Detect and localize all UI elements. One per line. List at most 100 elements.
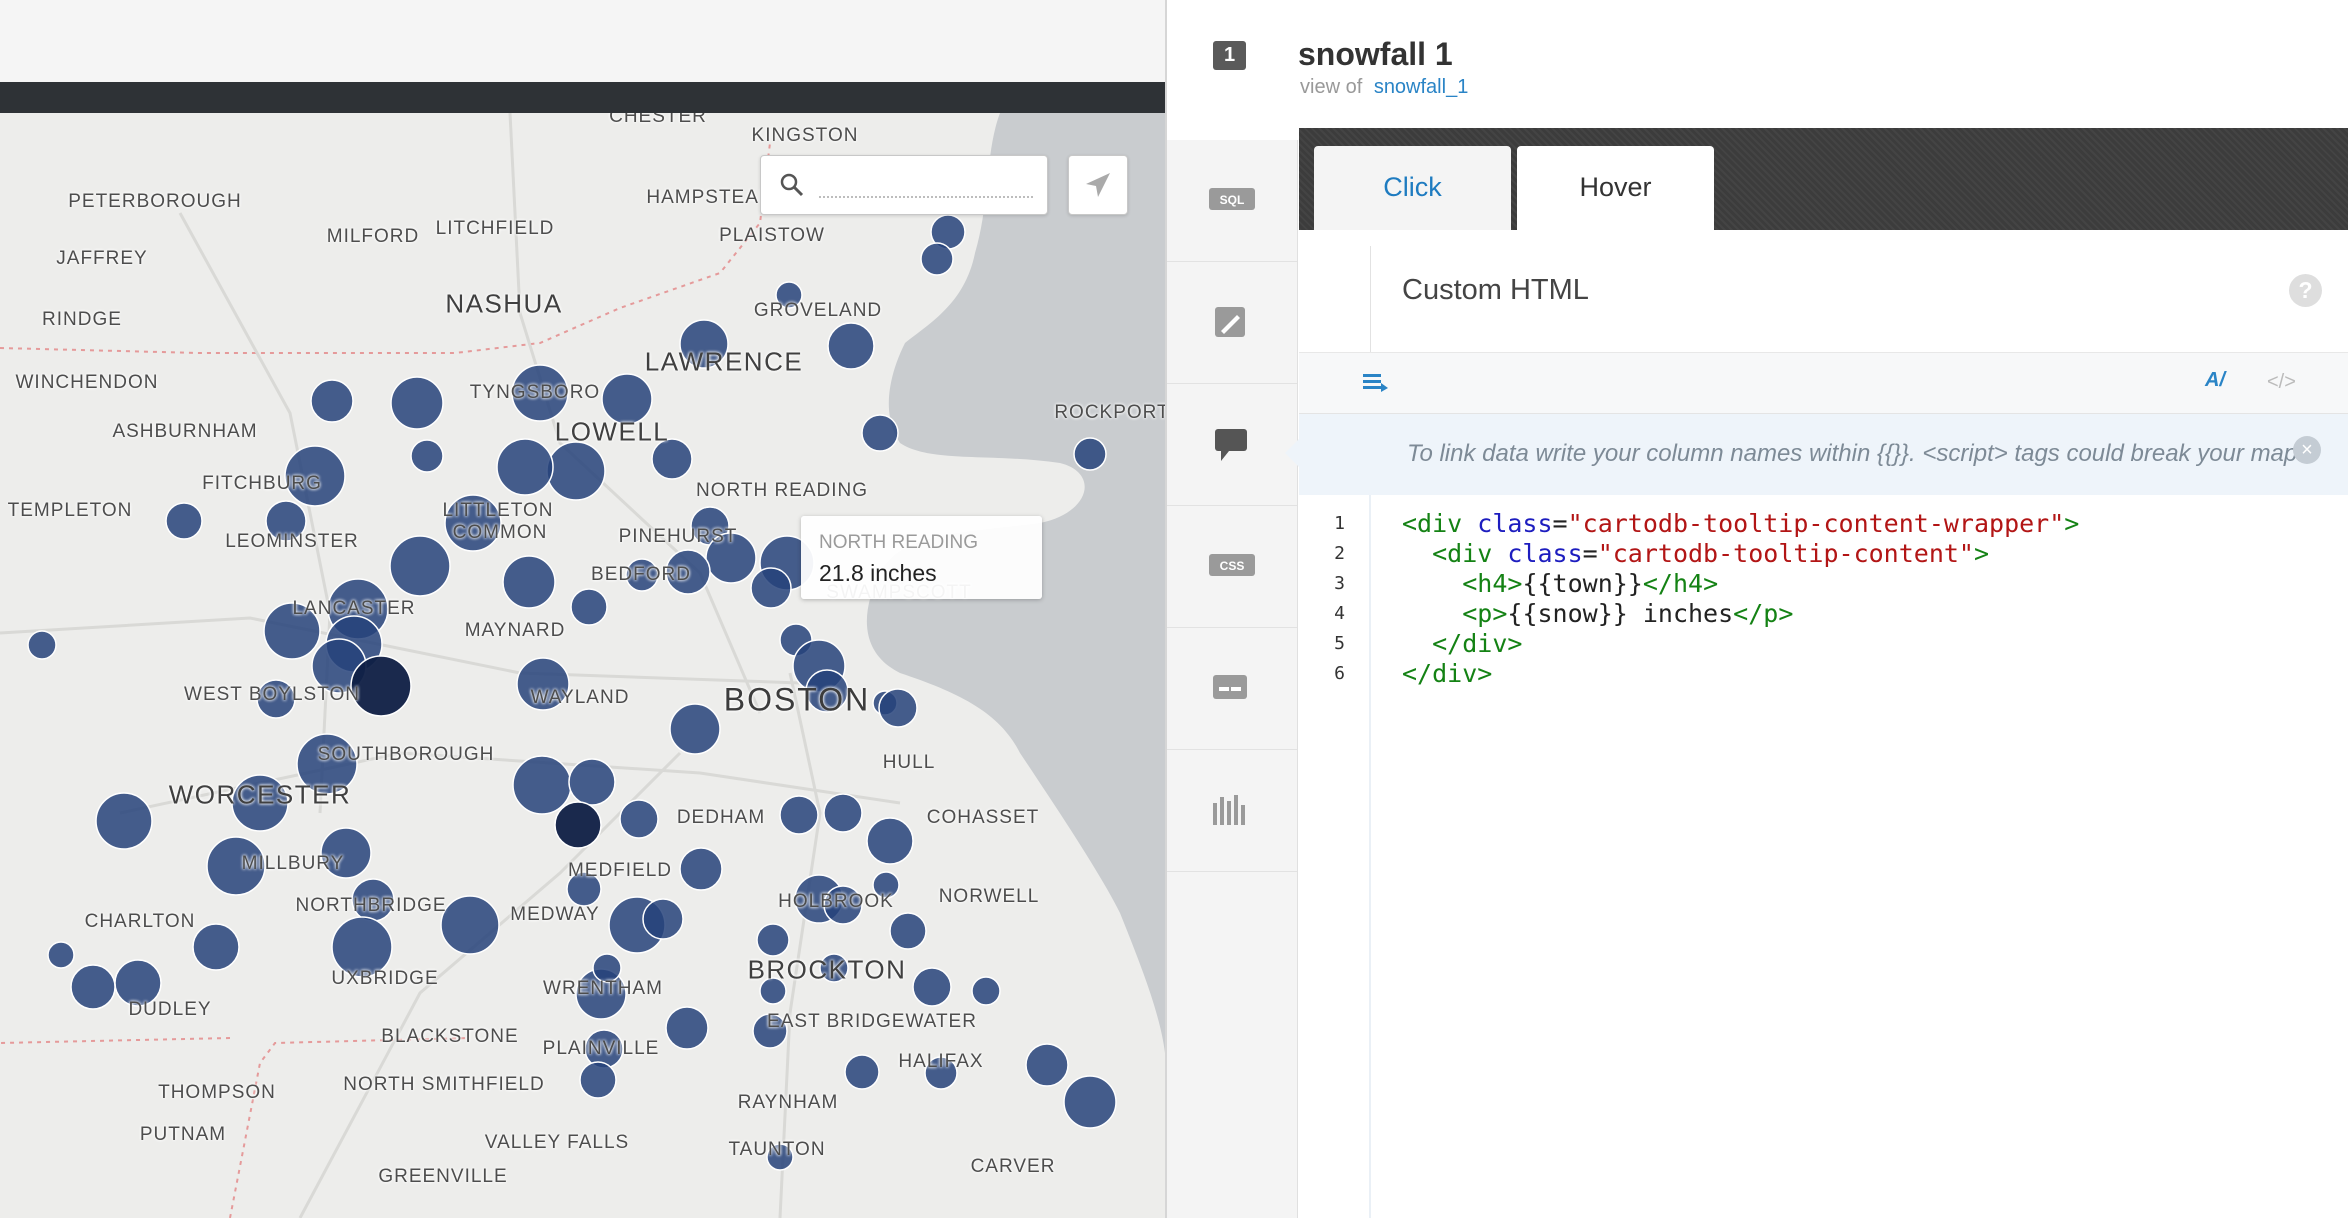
code-line[interactable]: <h4>{{town}}</h4> <box>1402 569 1718 598</box>
snowfall-bubble[interactable] <box>410 439 444 473</box>
snowfall-bubble[interactable] <box>750 567 792 609</box>
place-label: LITTLETON <box>442 500 554 521</box>
map-search-box[interactable] <box>760 155 1048 215</box>
code-line[interactable]: <div class="cartodb-tooltip-content-wrap… <box>1402 509 2079 538</box>
snowfall-bubble[interactable] <box>389 535 451 597</box>
sidebar-item-sql[interactable]: SQL <box>1167 140 1297 262</box>
format-icon[interactable] <box>1361 371 1389 393</box>
sidebar-item-filters[interactable] <box>1167 750 1297 872</box>
share-location-button[interactable] <box>1068 155 1128 215</box>
snowfall-bubble[interactable] <box>861 414 899 452</box>
place-label: WRENTHAM <box>543 978 663 999</box>
place-label: TAUNTON <box>728 1139 826 1160</box>
place-label: RINDGE <box>42 309 122 330</box>
place-label: DUDLEY <box>128 999 212 1020</box>
close-icon[interactable]: × <box>2293 436 2321 464</box>
place-label: MEDFIELD <box>567 860 673 881</box>
snowfall-bubble[interactable] <box>390 376 444 430</box>
place-label: HAMPSTEAD <box>646 187 774 208</box>
snowfall-bubble[interactable] <box>642 898 684 940</box>
place-label: LOWELL <box>554 416 670 447</box>
place-label: CARVER <box>970 1156 1056 1177</box>
place-label: CHARLTON <box>84 911 196 932</box>
snowfall-bubble[interactable] <box>165 502 203 540</box>
sidebar-item-wizard[interactable] <box>1167 262 1297 384</box>
place-label: NORTHBRIDGE <box>295 895 447 916</box>
place-label: NASHUA <box>445 288 563 319</box>
snowfall-bubble[interactable] <box>619 799 659 839</box>
place-label: BROCKTON <box>747 954 907 985</box>
snowfall-bubble[interactable] <box>512 755 572 815</box>
snowfall-bubble[interactable] <box>878 688 918 728</box>
snowfall-bubble[interactable] <box>502 555 556 609</box>
place-label: EAST BRIDGEWATER <box>767 1011 977 1032</box>
sidebar-item-legend[interactable] <box>1167 628 1297 750</box>
snowfall-bubble[interactable] <box>866 817 914 865</box>
snowfall-bubble[interactable] <box>844 1054 880 1090</box>
place-label: BOSTON <box>723 681 871 718</box>
place-label: HOLBROOK <box>778 891 894 912</box>
custom-html-row: Custom HTML ? <box>1299 230 2348 353</box>
place-label: MAYNARD <box>464 620 566 641</box>
place-label: PINEHURST <box>618 526 738 547</box>
place-label: ROCKPORT <box>1054 402 1165 423</box>
filters-icon <box>1213 795 1245 825</box>
code-editor[interactable]: 1 2 3 4 5 6 <div class="cartodb-tooltip-conte… <box>1299 495 2348 1218</box>
snowfall-bubble[interactable] <box>665 1006 709 1050</box>
place-label: WAYLAND <box>530 687 630 708</box>
code-line[interactable]: </div> <box>1402 629 1522 658</box>
sidebar-item-infowindow[interactable] <box>1167 384 1297 506</box>
snowfall-bubble[interactable] <box>779 795 819 835</box>
snowfall-bubble[interactable] <box>554 801 602 849</box>
layer-number-badge[interactable]: 1 <box>1213 41 1246 70</box>
snowfall-bubble[interactable] <box>95 792 153 850</box>
place-label: NORTH READING <box>695 480 869 501</box>
layer-panel: 1 snowfall 1 view of snowfall_1 SQL CSS … <box>1165 0 2348 1218</box>
place-label: BEDFORD <box>591 564 691 585</box>
snowfall-bubble[interactable] <box>70 964 116 1010</box>
map-canvas[interactable]: CHESTER KINGSTON PETERBOROUGH HAMPSTEAD MILF… <box>0 113 1165 1218</box>
place-label: KINGSTON <box>751 125 859 146</box>
snowfall-bubble[interactable] <box>920 242 954 276</box>
snowfall-bubble[interactable] <box>756 923 790 957</box>
snowfall-bubble[interactable] <box>679 847 723 891</box>
snowfall-bubble[interactable] <box>47 941 75 969</box>
search-input[interactable] <box>819 196 1033 198</box>
layer-title[interactable]: snowfall 1 <box>1298 36 1453 73</box>
code-line[interactable]: <p>{{snow}} inches</p> <box>1402 599 1793 628</box>
snowfall-bubble[interactable] <box>568 758 616 806</box>
help-icon[interactable]: ? <box>2289 274 2322 307</box>
snowfall-bubble[interactable] <box>192 923 240 971</box>
snowfall-bubble[interactable] <box>1063 1075 1117 1129</box>
code-icon[interactable]: </> <box>2267 371 2296 394</box>
dataset-link[interactable]: snowfall_1 <box>1374 76 1469 98</box>
line-number: 1 <box>1334 513 1345 534</box>
snowfall-bubble[interactable] <box>27 630 57 660</box>
snowfall-bubble[interactable] <box>440 895 500 955</box>
snowfall-bubble[interactable] <box>889 912 927 950</box>
css-icon: CSS <box>1209 554 1255 576</box>
place-label: TYNGSBORO <box>469 382 601 403</box>
code-line[interactable]: </div> <box>1402 659 1492 688</box>
line-number: 5 <box>1334 633 1345 654</box>
snowfall-bubble[interactable] <box>570 588 608 626</box>
snowfall-bubble[interactable] <box>310 379 354 423</box>
snowfall-bubble[interactable] <box>971 976 1001 1006</box>
snowfall-bubble[interactable] <box>912 967 952 1007</box>
sidebar-item-css[interactable]: CSS <box>1167 506 1297 628</box>
snowfall-bubble[interactable] <box>546 441 606 501</box>
place-label: LANCASTER <box>292 598 416 619</box>
snowfall-bubble[interactable] <box>1025 1043 1069 1087</box>
place-label: HALIFAX <box>898 1051 984 1072</box>
snowfall-bubble[interactable] <box>1073 437 1107 471</box>
snowfall-bubble[interactable] <box>823 793 863 833</box>
snowfall-bubble[interactable] <box>827 322 875 370</box>
code-line[interactable]: <div class="cartodb-tooltip-content"> <box>1402 539 1989 568</box>
snowfall-bubble[interactable] <box>579 1061 617 1099</box>
divider <box>1370 246 1371 352</box>
spellcheck-icon[interactable]: A/ <box>2205 369 2225 392</box>
tab-hover[interactable]: Hover <box>1517 146 1714 230</box>
snowfall-bubble[interactable] <box>669 703 721 755</box>
tab-click[interactable]: Click <box>1314 146 1511 230</box>
snowfall-bubble[interactable] <box>496 438 554 496</box>
